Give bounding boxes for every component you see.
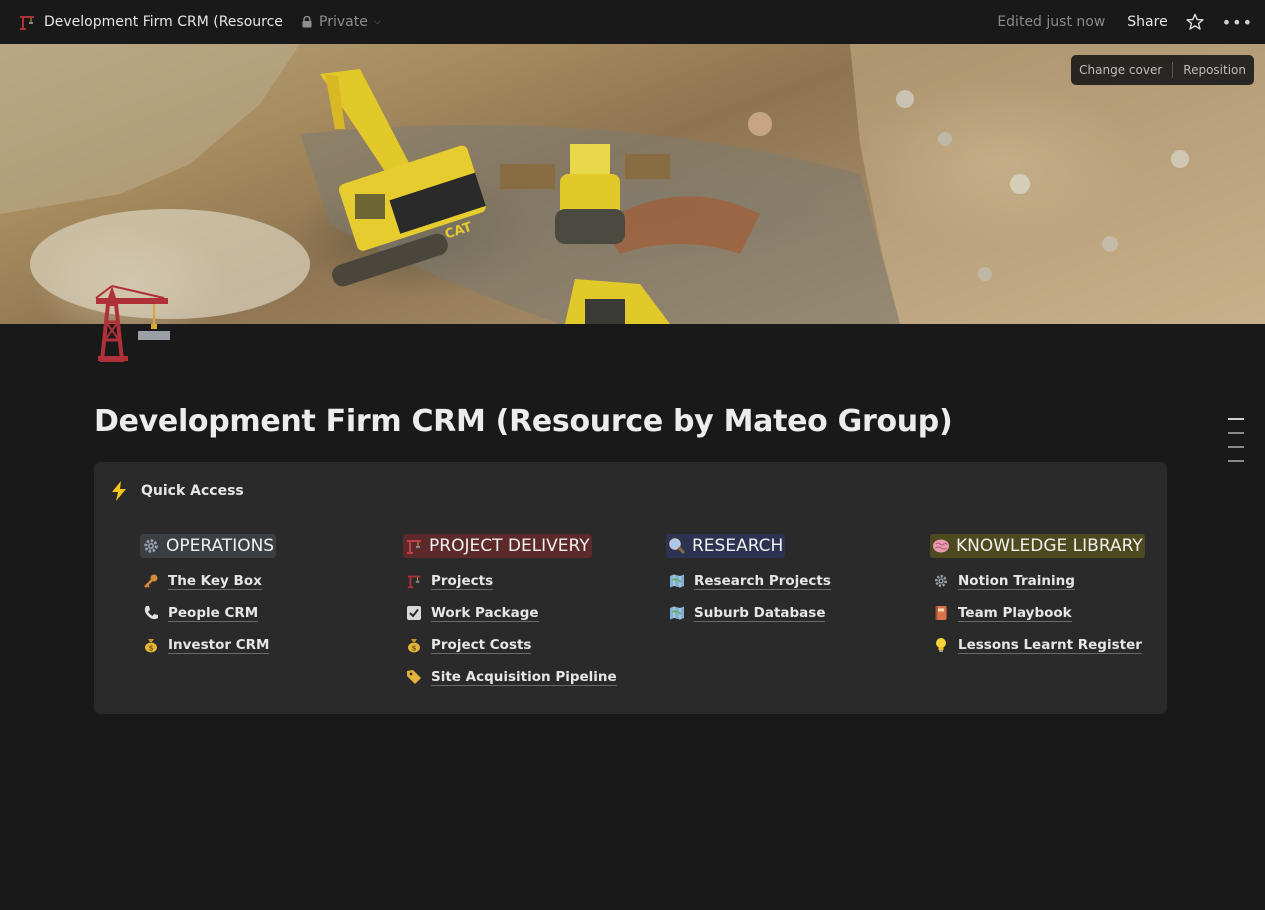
lock-icon [302,16,312,28]
link-notion-training[interactable]: Notion Training [930,565,1170,597]
link-label[interactable]: Team Playbook [958,605,1072,622]
edited-status: Edited just now [997,14,1106,30]
link-work-package[interactable]: Work Package [403,597,643,629]
toc-line [1228,432,1244,434]
map-icon [668,572,686,590]
change-cover-button[interactable]: Change cover [1079,63,1162,77]
heading-label: PROJECT DELIVERY [429,536,590,556]
link-list: Projects Work Package $ Project Costs Si… [403,565,643,693]
privacy-label: Private [319,14,368,30]
link-research-projects[interactable]: Research Projects [666,565,906,597]
toc-line [1228,460,1244,462]
lightbulb-icon [932,636,950,654]
crane-icon[interactable] [18,13,36,31]
magnifier-icon [669,538,686,555]
phone-icon [142,604,160,622]
crane-icon [405,572,423,590]
link-label[interactable]: The Key Box [168,573,262,590]
link-label[interactable]: Suburb Database [694,605,826,622]
link-label[interactable]: Research Projects [694,573,831,590]
column-project-delivery: PROJECT DELIVERY Projects Work Package $… [403,534,643,693]
link-lessons-learnt-register[interactable]: Lessons Learnt Register [930,629,1170,661]
chevron-down-icon: ⌵ [373,17,381,27]
link-list: Research Projects Suburb Database [666,565,906,629]
svg-text:$: $ [412,645,417,653]
crane-icon [407,540,421,554]
column-knowledge-library: KNOWLEDGE LIBRARY Notion Training Team P… [930,534,1170,661]
reposition-button[interactable]: Reposition [1183,63,1246,77]
cover-image: CAT Change cover Reposition [0,44,1265,324]
callout-label: Quick Access [141,483,244,499]
heading-label: OPERATIONS [166,536,275,556]
gear-icon [932,572,950,590]
heading-knowledge-library: KNOWLEDGE LIBRARY [930,534,1145,558]
gear-icon [144,539,158,553]
link-label[interactable]: People CRM [168,605,259,622]
lightning-icon [112,481,126,501]
map-icon [668,604,686,622]
money-bag-icon: $ [405,636,423,654]
link-label[interactable]: Site Acquisition Pipeline [431,669,617,686]
notebook-icon [932,604,950,622]
brain-icon [933,539,949,553]
table-of-contents-indicator[interactable] [1228,418,1246,474]
link-label[interactable]: Projects [431,573,494,590]
callout-header: Quick Access [110,481,244,501]
quick-access-callout: Quick Access OPERATIONS The Key Box Peop… [94,462,1167,714]
svg-text:$: $ [149,645,154,653]
key-icon [142,572,160,590]
link-the-key-box[interactable]: The Key Box [140,565,380,597]
crane-icon[interactable] [94,282,172,362]
link-label[interactable]: Notion Training [958,573,1075,590]
construction-site-illustration: CAT [0,44,1265,324]
toc-line [1228,446,1244,448]
privacy-selector[interactable]: Private ⌵ [302,14,381,30]
cover-actions: Change cover Reposition [1071,55,1254,85]
share-button[interactable]: Share [1127,14,1167,30]
link-label[interactable]: Lessons Learnt Register [958,637,1142,654]
link-people-crm[interactable]: People CRM [140,597,380,629]
link-list: Notion Training Team Playbook Lessons Le… [930,565,1170,661]
breadcrumb-page-title[interactable]: Development Firm CRM (Resource b... [44,14,284,30]
money-bag-icon: $ [142,636,160,654]
column-research: RESEARCH Research Projects Suburb Databa… [666,534,906,629]
heading-label: KNOWLEDGE LIBRARY [956,536,1143,556]
link-site-acquisition-pipeline[interactable]: Site Acquisition Pipeline [403,661,643,693]
link-team-playbook[interactable]: Team Playbook [930,597,1170,629]
checkbox-icon [405,604,423,622]
link-projects[interactable]: Projects [403,565,643,597]
star-icon[interactable] [1186,13,1204,31]
link-label[interactable]: Investor CRM [168,637,270,654]
page-title[interactable]: Development Firm CRM (Resource by Mateo … [94,404,953,439]
heading-label: RESEARCH [692,536,784,556]
link-project-costs[interactable]: $ Project Costs [403,629,643,661]
link-label[interactable]: Project Costs [431,637,532,654]
more-icon[interactable]: ••• [1222,13,1253,32]
link-suburb-database[interactable]: Suburb Database [666,597,906,629]
top-bar: Development Firm CRM (Resource b... Priv… [0,0,1265,44]
heading-operations: OPERATIONS [140,534,277,558]
divider [1172,62,1174,78]
column-operations: OPERATIONS The Key Box People CRM $ Inve… [140,534,380,661]
link-label[interactable]: Work Package [431,605,539,622]
link-investor-crm[interactable]: $ Investor CRM [140,629,380,661]
heading-research: RESEARCH [666,534,786,558]
link-list: The Key Box People CRM $ Investor CRM [140,565,380,661]
toc-line [1228,418,1244,420]
heading-project-delivery: PROJECT DELIVERY [403,534,592,558]
tag-icon [405,668,423,686]
